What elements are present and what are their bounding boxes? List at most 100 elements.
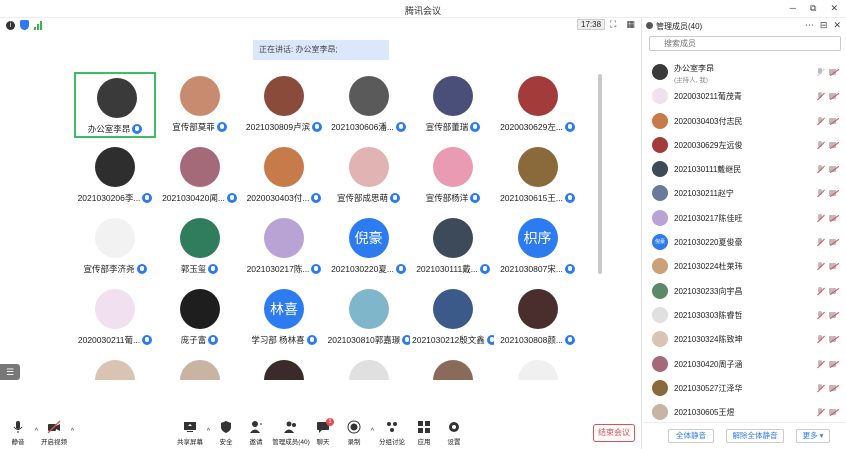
record-button[interactable]: 录制 ^ [336,420,374,446]
participant-tile[interactable]: 办公室李昂 [74,72,156,138]
camera-off-icon[interactable] [829,238,839,246]
signal-icon[interactable] [34,20,42,30]
close-button[interactable]: ✕ [830,3,838,14]
member-row[interactable]: 2020030629左远俊 [642,133,846,157]
participant-tile[interactable]: 枳序 2021030807宋... [497,214,579,280]
mic-off-icon[interactable] [816,92,824,101]
popout-icon[interactable]: ⊟ [820,20,828,31]
member-row[interactable]: 2021030527江泽华 [642,376,846,400]
participant-tile[interactable]: 2021030217陈... [243,214,325,280]
mic-off-icon[interactable] [816,359,824,369]
member-row[interactable]: 2021030217陈佳旺 [642,206,846,230]
participant-tile[interactable]: 2020030629左... [497,72,579,138]
member-row[interactable]: 2021030233向宇昌 [642,279,846,303]
mic-off-icon[interactable] [816,262,824,271]
mic-off-icon[interactable] [816,335,824,344]
camera-off-icon[interactable] [829,68,839,76]
unmute-all-button[interactable]: 解除全体静音 [726,429,784,443]
member-row[interactable]: 2021030605王煜 [642,400,846,420]
participant-tile[interactable] [412,356,494,380]
participant-tile[interactable] [159,356,241,380]
minimize-button[interactable]: ─ [790,3,796,14]
participant-tile[interactable]: 2021030420闻... [159,143,241,209]
member-row[interactable]: 2021030211赵宁 [642,181,846,205]
camera-off-icon[interactable] [829,92,839,100]
settings-button[interactable]: 设置 [436,420,472,446]
participant-tile[interactable]: 林喜 学习部 杨林喜 [243,285,325,351]
mic-off-icon[interactable] [816,140,824,150]
mic-off-icon[interactable] [816,68,824,77]
mic-off-icon[interactable] [816,116,824,126]
camera-off-icon[interactable] [829,360,839,368]
more-button[interactable]: 更多 ▾ [796,429,830,443]
member-list-toggle-icon[interactable]: ☰ [0,364,20,380]
camera-off-icon[interactable] [829,189,839,197]
member-row[interactable]: 2020030211葡茂青 [642,84,846,108]
mic-off-icon[interactable] [816,238,824,247]
camera-off-icon[interactable] [829,287,839,295]
close-panel-icon[interactable]: ✕ [833,20,841,31]
grid-scrollbar[interactable] [598,74,602,274]
member-row[interactable]: 办公室李昂 (主持人, 我) [642,60,846,84]
member-row[interactable]: 2021030224杜莱玮 [642,254,846,278]
participant-tile[interactable]: 2021030606潘... [328,72,410,138]
camera-off-icon[interactable] [829,262,839,270]
mute-button[interactable]: 静音 ^ [0,420,38,446]
participant-tile[interactable]: 2021030206李... [74,143,156,209]
member-row[interactable]: 2021030324陈致坤 [642,327,846,351]
end-meeting-button[interactable]: 结束会议 [593,424,635,442]
gallery-view-icon[interactable]: ▦ [626,19,635,30]
more-options-icon[interactable]: ⋯ [805,20,814,31]
camera-off-icon[interactable] [829,165,839,173]
camera-off-icon[interactable] [829,311,839,319]
video-options-icon[interactable]: ^ [71,428,74,435]
member-row[interactable]: 2021030111戴继民 [642,157,846,181]
participant-tile[interactable]: 郭玉玺 [159,214,241,280]
member-row[interactable]: 倪豪 2021030220夏俊豪 [642,230,846,254]
member-row[interactable]: 2021030303陈睿哲 [642,303,846,327]
info-icon[interactable]: i [6,20,15,30]
shield-icon[interactable] [20,20,29,30]
participant-tile[interactable]: 庞子富 [159,285,241,351]
participant-tile[interactable]: 2021030212殷文鑫 [412,285,494,351]
camera-off-icon[interactable] [829,214,839,222]
participant-tile[interactable] [328,356,410,380]
video-button[interactable]: 开启视频 ^ [36,420,74,446]
participant-tile[interactable] [74,356,156,380]
participant-tile[interactable]: 2020030211葡... [74,285,156,351]
camera-off-icon[interactable] [829,408,839,416]
member-row[interactable]: 2021030420周子涵 [642,352,846,376]
participant-tile[interactable]: 宣传部董瑞 [412,72,494,138]
mic-off-icon[interactable] [816,286,824,296]
participant-tile[interactable]: 2020030403付... [243,143,325,209]
participant-tile[interactable]: 2021030810郭嘉璟 [328,285,410,351]
participant-tile[interactable] [497,356,579,380]
participant-tile[interactable]: 宣传部成思萌 [328,143,410,209]
participant-tile[interactable] [243,356,325,380]
participant-tile[interactable]: 宣传部杨洋 [412,143,494,209]
breakout-button[interactable]: 分组讨论 [374,420,410,446]
restore-button[interactable]: ⧉ [810,3,816,14]
participant-tile[interactable]: 倪豪 2021030220夏... [328,214,410,280]
member-row[interactable]: 2020030403付志民 [642,109,846,133]
participant-tile[interactable]: 2021030808颜... [497,285,579,351]
camera-off-icon[interactable] [829,117,839,125]
camera-off-icon[interactable] [829,384,839,392]
camera-off-icon[interactable] [829,335,839,343]
search-members-input[interactable] [649,36,841,51]
participant-tile[interactable]: 2021030111戴... [412,214,494,280]
mic-off-icon[interactable] [816,408,824,417]
participant-tile[interactable]: 宣传部李济尧 [74,214,156,280]
participant-tile[interactable]: 2021030615王... [497,143,579,209]
mic-off-icon[interactable] [816,189,824,198]
mic-off-icon[interactable] [816,383,824,393]
mic-off-icon[interactable] [816,310,824,320]
mic-off-icon[interactable] [816,165,824,174]
mute-all-button[interactable]: 全体静音 [668,429,714,443]
share-screen-button[interactable]: 共享屏幕 ^ [172,420,210,446]
participant-tile[interactable]: 宣传部莫菲 [159,72,241,138]
camera-off-icon[interactable] [829,141,839,149]
participant-tile[interactable]: 2021030809卢滨 [243,72,325,138]
mic-off-icon[interactable] [816,213,824,223]
invite-button[interactable]: 邀请 [238,420,274,446]
